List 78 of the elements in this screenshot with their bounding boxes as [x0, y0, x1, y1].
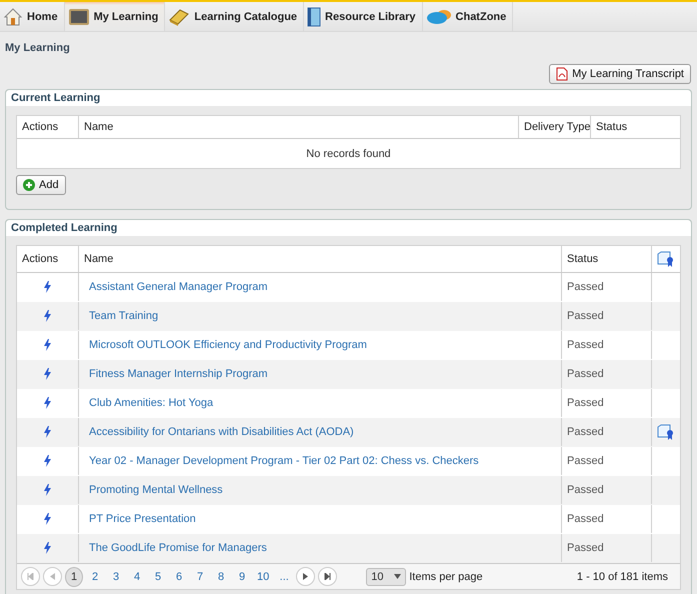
status-text: Passed	[567, 484, 604, 496]
nav-tab[interactable]: Resource Library	[304, 2, 423, 31]
page-link[interactable]: 2	[86, 566, 104, 586]
page-link[interactable]: 6	[170, 566, 188, 586]
page-title: My Learning	[4, 41, 71, 56]
first-page-icon	[27, 573, 34, 580]
status-text: Passed	[567, 397, 604, 409]
course-link[interactable]: Year 02 - Manager Development Program - Tier 02 Part 02: Chess vs. Checkers	[84, 455, 479, 467]
panel-title: Completed Learning	[6, 220, 691, 236]
status-text: Passed	[567, 513, 604, 525]
course-link[interactable]: Assistant General Manager Program	[84, 281, 268, 293]
status-text: Passed	[567, 281, 604, 293]
column-header: Name	[84, 121, 114, 133]
page-link[interactable]: 1	[65, 566, 83, 586]
status-text: Passed	[567, 542, 604, 554]
certificate-icon[interactable]	[657, 424, 675, 440]
page-link[interactable]: 7	[191, 566, 209, 586]
page-size-select[interactable]: 10	[366, 568, 406, 586]
nav-tab[interactable]: Home	[0, 2, 65, 31]
last-page-button[interactable]	[318, 567, 338, 586]
course-link[interactable]: Microsoft OUTLOOK Efficiency and Productivity Program	[84, 339, 367, 351]
column-header: Status	[567, 253, 598, 265]
monitor-icon	[68, 8, 90, 26]
page-link[interactable]: 4	[128, 566, 146, 586]
page-link[interactable]: ...	[275, 566, 294, 586]
chat-icon	[426, 8, 452, 26]
course-link[interactable]: Club Amenities: Hot Yoga	[84, 397, 214, 409]
page-link[interactable]: 9	[233, 566, 251, 586]
status-text: Passed	[567, 455, 604, 467]
house-icon	[3, 6, 23, 26]
lightning-icon[interactable]	[43, 542, 52, 554]
column-header: Delivery Type	[524, 121, 590, 133]
certificate-icon[interactable]	[657, 251, 675, 267]
lightning-icon[interactable]	[43, 426, 52, 438]
lightning-icon[interactable]	[43, 397, 52, 409]
pager-summary: 1 - 10 of 181 items	[576, 570, 669, 582]
course-link[interactable]: Accessibility for Ontarians with Disabilities Act (AODA)	[84, 426, 354, 438]
book-icon	[168, 8, 190, 26]
page-link[interactable]: 10	[254, 566, 272, 586]
lightning-icon[interactable]	[43, 310, 52, 322]
page-link[interactable]: 3	[107, 566, 125, 586]
lightning-icon[interactable]	[43, 513, 52, 525]
status-text: Passed	[567, 310, 604, 322]
page-link[interactable]: 5	[149, 566, 167, 586]
previous-page-icon	[50, 573, 55, 580]
nav-tab[interactable]: ChatZone	[422, 2, 514, 31]
column-header: Status	[596, 121, 628, 133]
panel-title: Current Learning	[6, 90, 691, 106]
lightning-icon[interactable]	[43, 455, 52, 467]
page-link[interactable]: 8	[212, 566, 230, 586]
course-link[interactable]: PT Price Presentation	[84, 513, 196, 525]
lightning-icon[interactable]	[43, 281, 52, 293]
lightning-icon[interactable]	[43, 484, 52, 496]
transcript-button[interactable]: My Learning Transcript	[549, 64, 691, 84]
caret-icon	[394, 574, 402, 579]
status-text: Passed	[567, 426, 604, 438]
next-page-button[interactable]	[296, 567, 316, 586]
plus-icon	[23, 179, 35, 191]
nav-tab[interactable]: Learning Catalogue	[165, 2, 304, 31]
course-link[interactable]: The GoodLife Promise for Managers	[84, 542, 267, 554]
status-text: Passed	[567, 368, 604, 380]
items-per-page-label: Items per page	[409, 570, 483, 582]
course-link[interactable]: Team Training	[84, 310, 158, 322]
lightning-icon[interactable]	[43, 339, 52, 351]
column-header: Actions	[22, 253, 58, 265]
pdf-icon	[556, 67, 568, 81]
next-page-icon	[303, 573, 308, 580]
course-link[interactable]: Fitness Manager Internship Program	[84, 368, 268, 380]
lightning-icon[interactable]	[43, 368, 52, 380]
last-page-icon	[324, 573, 332, 580]
course-link[interactable]: Promoting Mental Wellness	[84, 484, 223, 496]
empty-message: No records found	[306, 148, 391, 160]
nav-tab[interactable]: My Learning	[64, 2, 166, 31]
binder-icon	[307, 6, 322, 26]
column-header: Name	[84, 253, 114, 265]
column-header: Actions	[22, 121, 58, 133]
add-button[interactable]: Add	[16, 175, 66, 195]
status-text: Passed	[567, 339, 604, 351]
